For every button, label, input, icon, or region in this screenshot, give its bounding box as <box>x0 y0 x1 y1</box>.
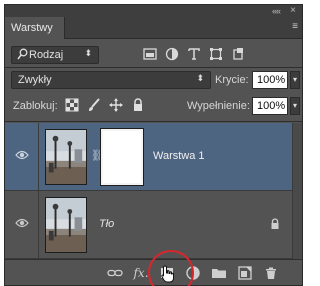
new-layer-icon[interactable] <box>237 265 253 281</box>
lock-label: Zablokuj: <box>13 100 58 112</box>
blend-row: Zwykły ⬍ Krycie: 100% ▾ <box>5 69 302 91</box>
divider <box>5 121 302 122</box>
blend-mode-select[interactable]: Zwykły ⬍ <box>11 71 211 89</box>
eye-icon[interactable] <box>15 217 29 229</box>
visibility-column <box>5 123 39 190</box>
layers-scrollbar[interactable] <box>292 123 302 259</box>
delete-layer-icon[interactable] <box>263 265 279 281</box>
panel-menu-icon[interactable]: ≡ <box>292 20 298 34</box>
fx-icon[interactable]: fx. <box>133 265 149 281</box>
adjustment-filter-icon[interactable] <box>165 47 179 61</box>
opacity-field[interactable]: 100% <box>252 71 288 89</box>
visibility-column <box>5 191 39 258</box>
opacity-label: Krycie: <box>215 74 249 86</box>
lock-icon <box>271 218 279 229</box>
link-layers-icon[interactable] <box>107 265 123 281</box>
lock-position-icon[interactable] <box>109 98 123 112</box>
layer-thumbnail <box>45 129 87 185</box>
filter-kind-select[interactable]: Rodzaj ⬍ <box>11 46 99 64</box>
layer-name[interactable]: Warstwa 1 <box>153 150 205 162</box>
tab-layers[interactable]: Warstwy <box>5 17 65 39</box>
image-filter-icon[interactable] <box>143 47 157 61</box>
lock-row: Zablokuj: Wypełnienie: 100% ▾ <box>5 95 302 117</box>
new-group-icon[interactable] <box>211 265 227 281</box>
blend-mode-value: Zwykły <box>18 74 52 86</box>
eye-icon[interactable] <box>15 149 29 161</box>
hand-cursor-icon <box>161 265 174 283</box>
divider <box>5 67 302 68</box>
layers-panel: «« × Warstwy ≡ Rodzaj ⬍ Zwykły ⬍ Krycie:… <box>4 4 303 286</box>
layer-thumbnail <box>45 197 87 253</box>
shape-filter-icon[interactable] <box>209 47 223 61</box>
updown-arrows-icon: ⬍ <box>84 48 92 58</box>
filter-kind-label: Rodzaj <box>29 49 64 61</box>
opacity-dropdown-icon[interactable]: ▾ <box>290 71 300 89</box>
collapse-panel-icon[interactable]: «« <box>272 5 281 17</box>
layer-name[interactable]: Tło <box>99 218 114 230</box>
layer-row[interactable]: ⛓ Warstwa 1 <box>5 123 302 191</box>
fill-dropdown-icon[interactable]: ▾ <box>290 97 300 115</box>
close-panel-icon[interactable]: × <box>290 5 296 17</box>
panel-tab-row: Warstwy ≡ <box>5 17 302 39</box>
layer-filter-row: Rodzaj ⬍ <box>5 44 302 66</box>
layer-row[interactable]: Tło <box>5 191 302 259</box>
fill-field[interactable]: 100% <box>252 97 288 115</box>
lock-image-pixels-icon[interactable] <box>87 98 101 112</box>
fill-label: Wypełnienie: <box>187 100 250 112</box>
smart-object-filter-icon[interactable] <box>231 47 245 61</box>
lock-all-icon[interactable] <box>131 98 145 112</box>
layers-list: ⛓ Warstwa 1 Tło <box>5 123 302 259</box>
layer-mask-thumbnail[interactable] <box>100 128 144 186</box>
updown-arrows-icon: ⬍ <box>196 73 204 83</box>
search-icon <box>17 48 28 60</box>
panel-top-strip: «« × <box>5 5 302 17</box>
lock-transparent-pixels-icon[interactable] <box>65 98 79 112</box>
type-filter-icon[interactable] <box>187 47 201 61</box>
